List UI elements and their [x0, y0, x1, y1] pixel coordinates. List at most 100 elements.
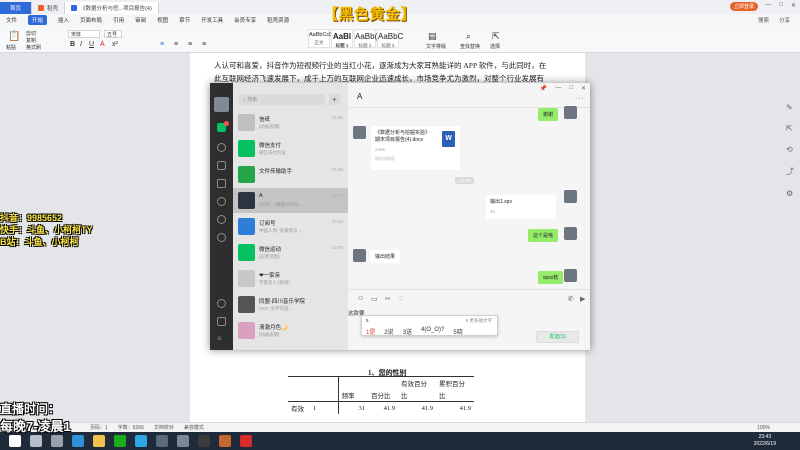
login-button[interactable]: 立即登录 [729, 2, 758, 11]
self-avatar[interactable] [564, 227, 577, 240]
cut-button[interactable]: 剪切 [26, 30, 36, 37]
select-icon[interactable]: ⇱ [492, 31, 500, 42]
close-icon[interactable]: ✕ [581, 85, 586, 92]
menu-item[interactable]: 文件 [6, 16, 17, 24]
side-settings-icon[interactable]: ⚙ [786, 189, 794, 198]
font-size-select[interactable]: 五号 [104, 30, 122, 38]
find-replace-icon[interactable]: ⌕ [466, 31, 471, 42]
contacts-nav-icon[interactable] [217, 143, 226, 152]
menu-item[interactable]: 引用 [113, 16, 124, 24]
font-color-button[interactable]: A [100, 41, 105, 48]
zoom-level[interactable]: 100% [757, 425, 770, 431]
style-preset[interactable]: AaBbC 标题 3 [377, 29, 403, 48]
edge-icon[interactable] [72, 435, 84, 447]
task-view-icon[interactable] [51, 435, 63, 447]
self-avatar[interactable] [564, 106, 577, 119]
ime-candidate[interactable]: 2说 [384, 327, 393, 336]
user-avatar[interactable] [214, 97, 229, 112]
menu-right-item[interactable]: 分享 [779, 16, 790, 24]
paste-icon[interactable]: 📋 [8, 31, 20, 42]
menu-item[interactable]: 审阅 [135, 16, 146, 24]
ime-candidate[interactable]: 4(O_O)? [421, 327, 444, 336]
side-history-icon[interactable]: ⟲ [786, 145, 794, 154]
conversation-item[interactable]: 同盟-四川音乐学院 XXX: 文字内容... [233, 292, 348, 317]
find-replace-button[interactable]: 查找替换 [460, 43, 480, 50]
obs-icon[interactable] [198, 435, 210, 447]
favorites-nav-icon[interactable] [217, 161, 226, 170]
title-tab[interactable]: 《数据分析与挖...项目报告(4) [65, 2, 159, 14]
underline-button[interactable]: U [89, 41, 94, 48]
conversation-item[interactable]: 清澈月色🌙 [动画表情] [233, 318, 348, 343]
status-item[interactable]: 兼容模式 [184, 424, 204, 431]
contact-avatar[interactable] [353, 249, 366, 262]
app2-icon[interactable] [177, 435, 189, 447]
menu-item[interactable]: 开发工具 [201, 16, 223, 24]
message-bubble-self[interactable]: 这个是啥 [528, 229, 559, 242]
minimize-icon[interactable]: — [555, 85, 561, 92]
ime-candidate[interactable]: 3送 [403, 327, 412, 336]
qq-icon[interactable] [135, 435, 147, 447]
explorer-icon[interactable] [93, 435, 105, 447]
italic-button[interactable]: I [80, 41, 82, 48]
conversation-item[interactable]: 微信支付 微信支付凭证 [233, 136, 348, 161]
self-avatar[interactable] [564, 190, 577, 203]
style-preset[interactable]: AaBb(标题 2 [354, 29, 377, 48]
menu-right-item[interactable]: 搜索 [758, 16, 769, 24]
minimize-icon[interactable]: — [765, 2, 771, 9]
maximize-icon[interactable]: □ [779, 2, 783, 9]
menu-item[interactable]: 稻壳资源 [267, 16, 289, 24]
conversation-item[interactable]: 订阅号 中国人保: 快来参与... 23:22 [233, 214, 348, 239]
message-bubble-self[interactable]: spss软 [538, 271, 564, 284]
file-message[interactable]: 《数据分析与挖掘实验》期末项目报告(4).docx 249K 微信电脑版 W [371, 126, 460, 170]
status-item[interactable]: 字数：5366 [118, 424, 144, 431]
style-preset[interactable]: AaBl 标题 1 [331, 29, 353, 48]
bold-button[interactable]: B [70, 41, 75, 48]
menu-item[interactable]: 会员专享 [234, 16, 256, 24]
side-select-icon[interactable]: ⇱ [786, 124, 794, 133]
channels-nav-icon[interactable] [217, 215, 226, 224]
taskbar-clock[interactable]: 23:43 2022/6/19 [754, 434, 776, 448]
mini-program-nav-icon[interactable] [217, 299, 226, 308]
status-item[interactable]: 页码：1 [90, 424, 108, 431]
search-nav-icon[interactable] [217, 233, 226, 242]
message-bubble-self[interactable]: 谢谢 [538, 108, 559, 121]
menu-item[interactable]: 插入 [58, 16, 69, 24]
title-tab[interactable]: 稻壳 [32, 2, 66, 14]
text-layout-button[interactable]: 文字排版 [426, 43, 446, 50]
justify-icon[interactable]: ≡ [202, 41, 206, 48]
pin-icon[interactable]: 📌 [540, 85, 547, 92]
message-bubble-contact[interactable]: 输出结果 [370, 250, 401, 263]
status-item[interactable]: 文档校对 [154, 424, 174, 431]
conversation-item[interactable]: ❤一家亲 字客老人:[表情] [233, 266, 348, 291]
send-button[interactable]: 发送(S) [536, 331, 579, 343]
moments-nav-icon[interactable] [217, 197, 226, 206]
contact-avatar[interactable] [353, 126, 366, 139]
style-preset[interactable]: AaBbCcDi 正文 [308, 29, 334, 48]
side-edit-icon[interactable]: ✎ [786, 103, 794, 112]
app3-icon[interactable] [219, 435, 231, 447]
menu-item[interactable]: 开始 [28, 15, 48, 25]
align-right-icon[interactable]: ≡ [188, 41, 192, 48]
close-icon[interactable]: ✕ [791, 2, 796, 9]
add-button[interactable]: + [329, 94, 340, 105]
format-painter-button[interactable]: 格式刷 [26, 44, 41, 51]
menu-item[interactable]: 视图 [157, 16, 168, 24]
conversation-item[interactable]: 信纸 [动画表情] 21:00 [233, 110, 348, 135]
wechat-icon[interactable] [114, 435, 126, 447]
chat-history-icon[interactable]: ◌ [399, 295, 403, 302]
scissors-icon[interactable]: ✂ [385, 295, 391, 303]
search-icon[interactable] [30, 435, 42, 447]
video-call-icon[interactable]: ▶ [580, 295, 585, 303]
wps-icon[interactable] [240, 435, 252, 447]
start-icon[interactable] [9, 435, 21, 447]
align-center-icon[interactable]: ≡ [174, 41, 178, 48]
search-input[interactable]: ⌕ 搜索 [239, 94, 325, 105]
ime-candidate[interactable]: 1是 [366, 327, 375, 336]
more-icon[interactable]: ··· [575, 95, 585, 102]
menu-nav-icon[interactable]: ≡ [217, 335, 226, 344]
app1-icon[interactable] [156, 435, 168, 447]
superscript-button[interactable]: x² [112, 41, 118, 48]
conversation-item[interactable]: A [文件] 《数据分析与... 23:40 [233, 188, 348, 213]
voice-call-icon[interactable]: ✆ [568, 295, 574, 303]
maximize-icon[interactable]: □ [569, 85, 573, 92]
